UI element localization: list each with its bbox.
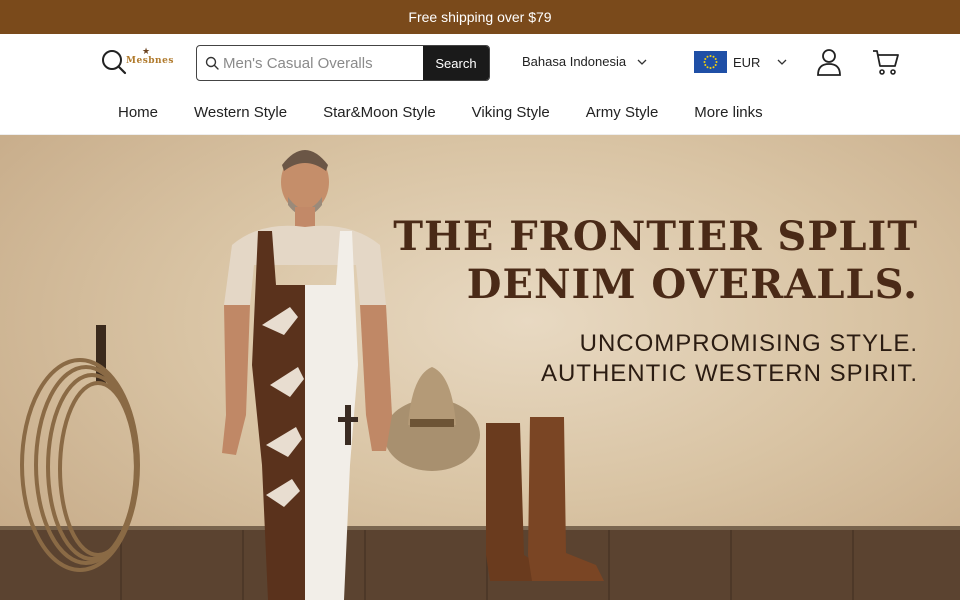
site-header: ★ Mesbnes Search Bahasa Indonesia EUR bbox=[0, 34, 960, 90]
hero-banner[interactable]: THE FRONTIER SPLIT DENIM OVERALLS. UNCOM… bbox=[0, 135, 960, 600]
currency-label: EUR bbox=[733, 54, 761, 70]
language-selector[interactable]: Bahasa Indonesia bbox=[522, 54, 648, 69]
boots-icon bbox=[486, 417, 604, 581]
hero-subheadline: UNCOMPROMISING STYLE. AUTHENTIC WESTERN … bbox=[541, 329, 918, 389]
announcement-bar: Free shipping over $79 bbox=[0, 0, 960, 34]
currency-selector[interactable]: EUR bbox=[694, 51, 788, 73]
hero-subheadline-line2: AUTHENTIC WESTERN SPIRIT. bbox=[540, 360, 918, 387]
announcement-text: Free shipping over $79 bbox=[408, 9, 552, 25]
search-icon[interactable] bbox=[100, 48, 128, 76]
account-icon[interactable] bbox=[816, 48, 842, 76]
cart-icon[interactable] bbox=[872, 48, 900, 76]
nav-item-western-style[interactable]: Western Style bbox=[194, 104, 287, 121]
search-form: Search bbox=[196, 45, 490, 81]
hero-headline-line1: THE FRONTIER SPLIT bbox=[393, 213, 918, 260]
lasso-icon bbox=[20, 358, 140, 572]
hero-headline: THE FRONTIER SPLIT DENIM OVERALLS. bbox=[393, 213, 918, 309]
eu-flag-icon bbox=[694, 51, 727, 73]
hero-subheadline-line1: UNCOMPROMISING STYLE. bbox=[579, 330, 918, 357]
cowboy-hat-icon bbox=[384, 367, 480, 471]
logo-text: Mesbnes bbox=[126, 56, 174, 66]
nav-item-army-style[interactable]: Army Style bbox=[586, 104, 659, 121]
nav-item-home[interactable]: Home bbox=[118, 104, 158, 121]
nav-item-viking-style[interactable]: Viking Style bbox=[472, 104, 550, 121]
main-nav: Home Western Style Star&Moon Style Vikin… bbox=[0, 90, 960, 135]
search-input[interactable] bbox=[221, 46, 423, 80]
hero-headline-line2: DENIM OVERALLS. bbox=[466, 261, 918, 308]
language-label: Bahasa Indonesia bbox=[522, 54, 627, 69]
nav-item-more-links[interactable]: More links bbox=[694, 104, 762, 121]
search-input-icon bbox=[197, 46, 221, 80]
search-button[interactable]: Search bbox=[423, 46, 489, 80]
chevron-down-icon bbox=[637, 59, 647, 65]
model-figure-icon bbox=[222, 150, 392, 600]
nav-item-star-moon-style[interactable]: Star&Moon Style bbox=[323, 104, 436, 121]
chevron-down-icon bbox=[777, 59, 787, 65]
logo[interactable]: ★ Mesbnes bbox=[126, 46, 173, 74]
